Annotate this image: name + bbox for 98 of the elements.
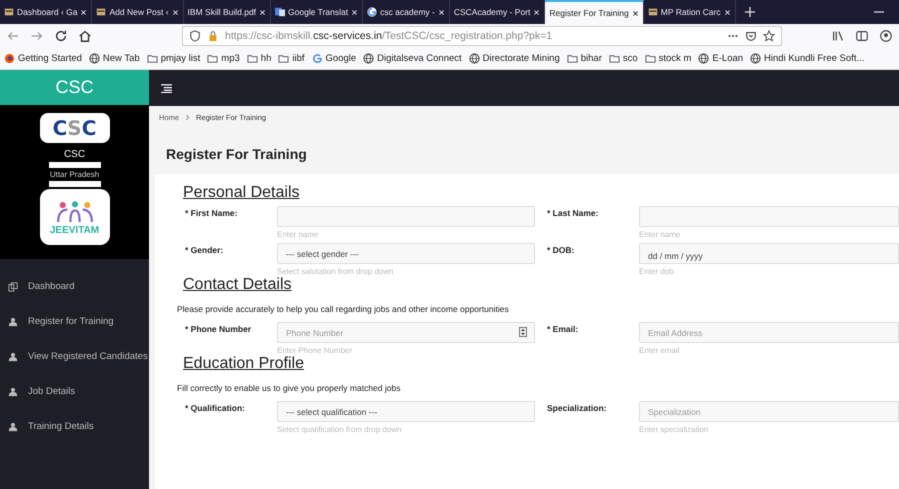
sidebar-item[interactable]: Training Details (0, 409, 149, 444)
bookmark-item[interactable]: E-Loan (698, 53, 744, 64)
user-icon (8, 386, 18, 396)
bookmark-item[interactable]: hh (246, 53, 272, 64)
globe-icon (698, 53, 710, 64)
bookmark-item[interactable]: Google (312, 53, 356, 64)
user-icon (8, 352, 18, 362)
select-field[interactable]: --- select qualification --- (277, 401, 535, 422)
star-icon[interactable] (763, 30, 775, 42)
field-hint: Select salutation from drop down (277, 267, 395, 276)
bookmark-item[interactable]: sco (608, 53, 638, 64)
google-icon (312, 53, 323, 64)
bookmark-item[interactable]: Digitalseva Connect (363, 53, 462, 64)
google-icon (367, 7, 378, 17)
folder-icon (207, 53, 218, 64)
page-title: Register For Training (166, 146, 308, 162)
input-field[interactable]: Email Address (639, 322, 899, 343)
redaction-bar (48, 181, 100, 187)
new-tab-icon[interactable] (744, 6, 756, 18)
phone-field[interactable]: Phone Number (277, 322, 535, 343)
sidebar-item[interactable]: View Registered Candidates (0, 339, 149, 374)
bookmark-item[interactable]: iibf (278, 53, 305, 64)
globe-icon (468, 53, 480, 64)
spinner-icon[interactable] (519, 327, 527, 337)
bookmark-item[interactable]: pmjay list (146, 53, 200, 64)
field-hint: Enter dob (639, 267, 675, 276)
bookmark-item[interactable]: stock m (644, 53, 692, 64)
field-hint: Enter name (277, 230, 320, 239)
section-note: Please provide accurately to help you call regarding jobs and other income opportunities (177, 304, 510, 314)
bookmark-item[interactable]: Hindi Kundli Free Soft... (750, 53, 864, 64)
address-bar[interactable]: https://csc-ibmskill.csc-services.in/TestCSC/csc_registration.php?pk=1 (182, 26, 782, 46)
redaction-bar (48, 162, 100, 168)
field-label: * DOB: (546, 244, 576, 257)
bookmark-item[interactable]: Directorate Mining (468, 53, 560, 64)
folder-icon (146, 53, 158, 64)
chevron-icon (185, 114, 190, 120)
field-hint: Select qualification from drop down (277, 425, 403, 434)
user-icon (8, 316, 18, 326)
field-label: Specialization: (546, 402, 608, 415)
sidebar-item[interactable]: Job Details (0, 374, 149, 409)
translate-icon (275, 7, 286, 17)
folder-icon (644, 53, 656, 64)
field-label: * Email: (546, 323, 580, 336)
forward-icon[interactable] (30, 29, 44, 43)
input-field[interactable] (277, 206, 535, 227)
bookmark-item[interactable]: bihar (566, 53, 602, 64)
globe-icon (750, 53, 762, 64)
site-favicon-icon (648, 7, 658, 17)
field-hint: Enter email (639, 346, 680, 355)
firefox-icon (4, 53, 15, 64)
user-icon (8, 422, 18, 432)
globe-icon (363, 53, 374, 64)
field-hint: Enter specialization (639, 425, 710, 434)
brand-title: CSC (0, 70, 149, 105)
close-icon[interactable] (632, 10, 639, 16)
user-name: CSC (64, 149, 86, 160)
field-label: * Qualification: (184, 402, 246, 415)
library-icon[interactable] (831, 29, 845, 43)
select-field[interactable]: --- select gender --- (277, 243, 535, 264)
section-heading: Education Profile (182, 355, 305, 373)
field-label: * Last Name: (546, 207, 600, 220)
sidebar-item[interactable]: Register for Training (0, 304, 149, 339)
browser-tab[interactable]: Register For Training (545, 0, 644, 24)
section-heading: Contact Details (182, 276, 292, 294)
user-state: Uttar Pradesh (50, 170, 100, 179)
sidebar-icon[interactable] (855, 29, 869, 43)
field-label: * First Name: (184, 207, 238, 220)
shield-icon (189, 30, 201, 42)
field-hint: Enter name (639, 230, 682, 239)
bookmark-item[interactable]: Getting Started (4, 53, 82, 64)
bookmark-item[interactable]: mp3 (207, 53, 240, 64)
menu-icon[interactable] (161, 84, 172, 92)
section-heading: Personal Details (182, 184, 300, 202)
folder-icon (246, 53, 258, 64)
home-icon[interactable] (78, 29, 92, 43)
pocket-icon[interactable] (745, 30, 757, 42)
folder-icon (608, 53, 620, 64)
back-icon[interactable] (6, 29, 20, 43)
bookmark-item[interactable]: New Tab (88, 53, 140, 64)
sidebar-item[interactable]: Dashboard (0, 269, 149, 304)
jeevitam-logo: JEEVITAM (40, 189, 110, 245)
reload-icon[interactable] (54, 29, 68, 43)
field-hint: Enter Phone Number (277, 346, 354, 355)
folder-icon (278, 53, 290, 64)
dashboard-icon (8, 282, 18, 292)
site-favicon-icon (96, 7, 106, 17)
input-field[interactable] (639, 206, 899, 227)
account-icon[interactable] (879, 29, 893, 43)
section-note: Fill correctly to enable us to give you properly matched jobs (177, 383, 402, 393)
site-favicon-icon (4, 7, 14, 17)
csc-logo: CSC (40, 113, 110, 143)
globe-icon (88, 53, 100, 64)
field-label: * Phone Number (184, 323, 252, 336)
date-field[interactable]: dd / mm / yyyy (639, 243, 899, 264)
field-label: * Gender: (184, 244, 224, 257)
lock-icon (207, 30, 219, 42)
folder-icon (566, 53, 578, 64)
input-field[interactable]: Specialization (639, 401, 899, 422)
